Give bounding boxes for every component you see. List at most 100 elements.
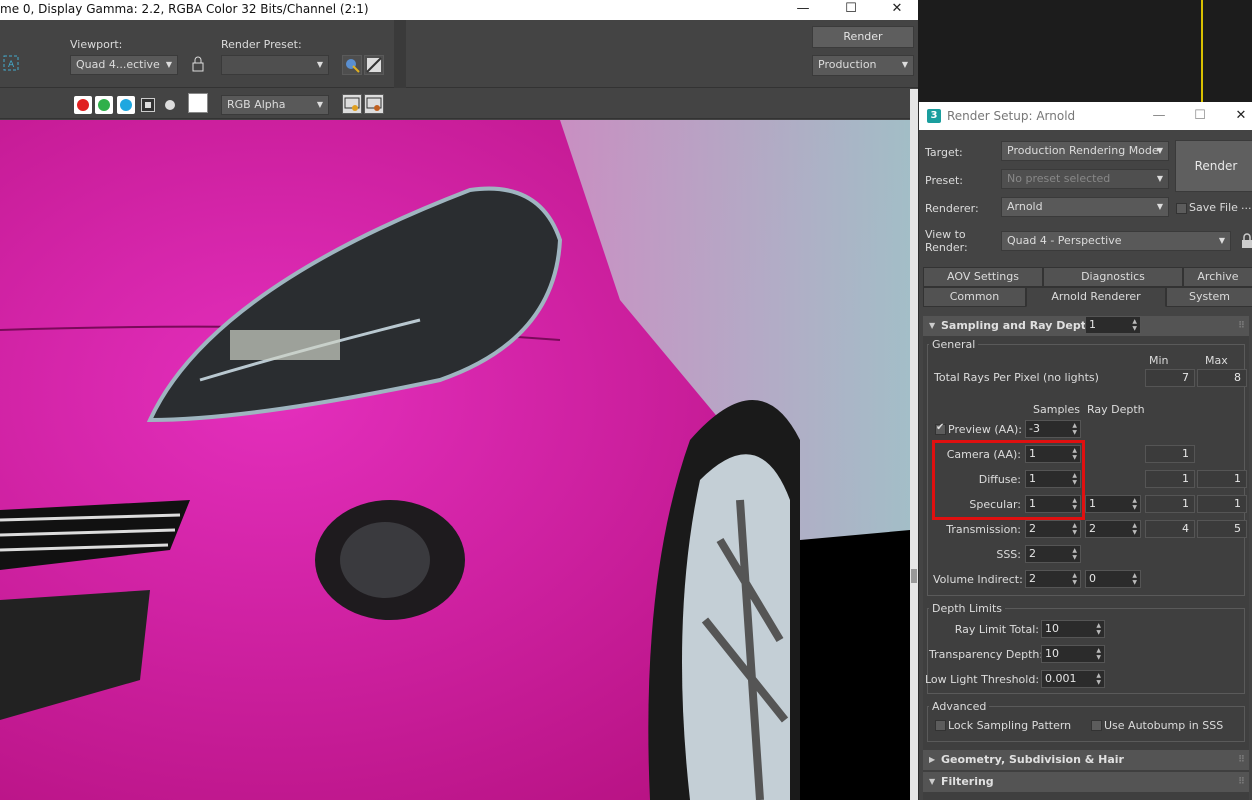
green-channel-toggle[interactable] — [95, 96, 113, 114]
transparency-depth-spinner[interactable]: 10 ▲ ▼ — [1041, 645, 1105, 663]
rollout-geometry-title: Geometry, Subdivision & Hair — [941, 753, 1124, 766]
grip-icon: ⠿ — [1237, 777, 1245, 787]
total-rays-min: 7 — [1145, 369, 1195, 387]
rollout-geometry[interactable]: ▶ Geometry, Subdivision & Hair ⠿ — [923, 750, 1249, 770]
lock-icon[interactable] — [190, 55, 210, 75]
frame-toolbar-top: A Viewport: Quad 4...ective ▼ Render Pre… — [0, 20, 918, 88]
renderer-label: Renderer: — [925, 202, 979, 215]
max-header: Max — [1205, 354, 1228, 367]
transmission-label: Transmission: — [946, 523, 1021, 536]
preview-aa-spinner[interactable]: -3 ▲ ▼ — [1025, 420, 1081, 438]
grip-icon: ⠿ — [1237, 755, 1245, 765]
rendered-frame-window: me 0, Display Gamma: 2.2, RGBA Color 32 … — [0, 0, 918, 800]
maximize-button[interactable]: ☐ — [1180, 102, 1220, 130]
preset-dropdown[interactable]: No preset selected ▼ — [1001, 169, 1169, 189]
chevron-down-icon: ▼ — [1156, 174, 1163, 183]
render-button[interactable]: Render — [812, 26, 914, 48]
chevron-down-icon: ▼ — [316, 100, 323, 109]
frame-titlebar: me 0, Display Gamma: 2.2, RGBA Color 32 … — [0, 0, 918, 20]
transmission-samples-spinner[interactable]: 2 ▲ ▼ — [1025, 520, 1081, 538]
lock-sampling-checkbox[interactable] — [935, 720, 946, 731]
preview-aa-checkbox[interactable] — [935, 422, 946, 435]
close-button[interactable]: ✕ — [1221, 102, 1252, 130]
spinner-arrows-icon: ▲ ▼ — [1096, 622, 1101, 636]
alpha-channel-toggle[interactable] — [141, 98, 155, 112]
minimize-button[interactable]: — — [780, 0, 826, 20]
region-icon[interactable]: A — [2, 54, 22, 74]
preset-label: Preset: — [925, 174, 964, 187]
target-label: Target: — [925, 146, 963, 159]
environment-icon[interactable] — [364, 55, 384, 75]
specular-min: 1 — [1145, 495, 1195, 513]
frame-toolbar-channels: RGB Alpha ▼ — [0, 89, 910, 119]
tab-arnold-renderer[interactable]: Arnold Renderer — [1026, 287, 1166, 307]
red-channel-toggle[interactable] — [74, 96, 92, 114]
tab-common[interactable]: Common — [923, 287, 1026, 307]
volume-indirect-depth-spinner[interactable]: 0 ▲ ▼ — [1085, 570, 1141, 588]
transparency-depth-value: 10 — [1045, 647, 1059, 660]
render-button[interactable]: Render — [1175, 140, 1252, 192]
renderer-dropdown[interactable]: Arnold ▼ — [1001, 197, 1169, 217]
tab-archive[interactable]: Archive — [1183, 267, 1252, 287]
display-icon[interactable] — [342, 94, 362, 114]
background-viewport — [918, 0, 1252, 102]
transmission-depth-spinner[interactable]: 2 ▲ ▼ — [1085, 520, 1141, 538]
channel-display-dropdown[interactable]: RGB Alpha ▼ — [221, 95, 329, 115]
production-dropdown[interactable]: Production ▼ — [812, 55, 914, 76]
spinner-arrows-icon: ▲ ▼ — [1072, 572, 1077, 586]
mono-channel-toggle[interactable] — [165, 100, 175, 110]
volume-indirect-samples-spinner[interactable]: 2 ▲ ▼ — [1025, 570, 1081, 588]
preview-aa-label: Preview (AA): — [948, 423, 1022, 436]
color-swatch[interactable] — [188, 93, 208, 113]
total-rays-max: 8 — [1197, 369, 1247, 387]
minimize-button[interactable]: — — [1139, 102, 1179, 130]
blue-dot-icon — [120, 99, 132, 111]
sss-label: SSS: — [996, 548, 1021, 561]
chevron-down-icon: ▼ — [1218, 236, 1225, 245]
ray-limit-total-spinner[interactable]: 10 ▲ ▼ — [1041, 620, 1105, 638]
spinner-arrows-icon: ▲ ▼ — [1072, 522, 1077, 536]
chevron-down-icon: ▼ — [316, 60, 323, 69]
render-viewport[interactable] — [0, 120, 910, 800]
history-icon[interactable] — [364, 94, 384, 114]
autobump-checkbox[interactable] — [1091, 720, 1102, 731]
render-preset-dropdown[interactable]: ▼ — [221, 55, 329, 75]
view-to-render-dropdown[interactable]: Quad 4 - Perspective ▼ — [1001, 231, 1231, 251]
render-preset-label: Render Preset: — [221, 38, 302, 51]
sss-samples-value: 2 — [1029, 547, 1036, 560]
target-dropdown[interactable]: Production Rendering Mode ▼ — [1001, 141, 1169, 161]
general-group-title: General — [929, 338, 979, 351]
sss-samples-spinner[interactable]: 2 ▲ ▼ — [1025, 545, 1081, 563]
viewport-dropdown[interactable]: Quad 4...ective ▼ — [70, 55, 178, 75]
save-file-browse-button[interactable]: ... — [1241, 199, 1252, 212]
volume-indirect-samples-value: 2 — [1029, 572, 1036, 585]
low-light-threshold-spinner[interactable]: 0.001 ▲ ▼ — [1041, 670, 1105, 688]
spinner-arrows-icon: ▲ ▼ — [1096, 672, 1101, 686]
rollout-filtering-title: Filtering — [941, 775, 994, 788]
diffuse-depth-spinner[interactable]: 1 ▲ ▼ — [1085, 316, 1141, 334]
spinner-arrows-icon: ▲ ▼ — [1132, 497, 1137, 511]
tab-diagnostics[interactable]: Diagnostics — [1043, 267, 1183, 287]
channel-display-value: RGB Alpha — [227, 98, 286, 111]
tab-aov-settings[interactable]: AOV Settings — [923, 267, 1043, 287]
maximize-button[interactable]: ☐ — [828, 0, 874, 20]
transmission-max: 5 — [1197, 520, 1247, 538]
tab-system[interactable]: System — [1166, 287, 1252, 307]
camera-aa-min: 1 — [1145, 445, 1195, 463]
target-value: Production Rendering Mode — [1007, 144, 1159, 157]
toolbar-divider — [394, 20, 406, 88]
red-dot-icon — [77, 99, 89, 111]
render-setup-icon[interactable] — [342, 55, 362, 75]
lock-icon[interactable] — [1241, 233, 1252, 252]
low-light-threshold-value: 0.001 — [1045, 672, 1077, 685]
advanced-group-title: Advanced — [929, 700, 990, 713]
svg-text:A: A — [8, 60, 15, 70]
close-button[interactable]: ✕ — [874, 0, 918, 20]
chevron-down-icon: ▼ — [1156, 202, 1163, 211]
specular-depth-spinner[interactable]: 1 ▲ ▼ — [1085, 495, 1141, 513]
save-file-checkbox[interactable] — [1176, 203, 1187, 214]
blue-channel-toggle[interactable] — [117, 96, 135, 114]
scrollbar-thumb[interactable] — [911, 569, 917, 583]
viewport-scrollbar[interactable] — [910, 89, 918, 800]
rollout-filtering[interactable]: ▼ Filtering ⠿ — [923, 772, 1249, 792]
